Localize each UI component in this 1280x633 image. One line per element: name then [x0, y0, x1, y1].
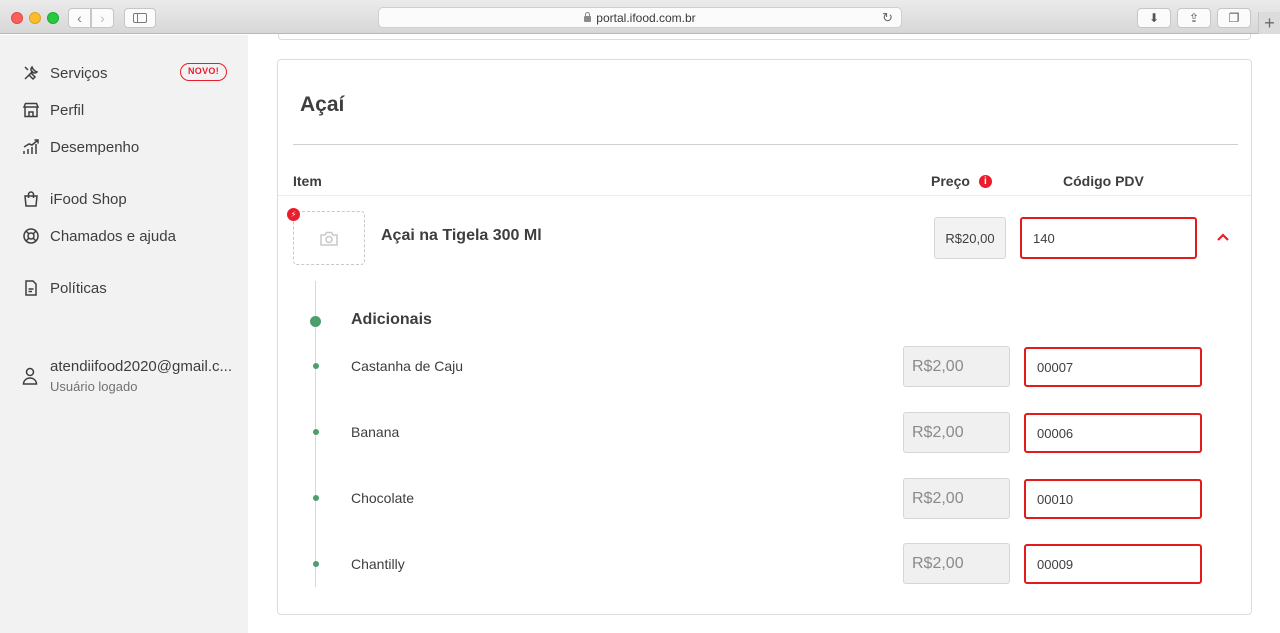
addon-dot [313, 495, 319, 501]
addon-pdv-input[interactable] [1024, 413, 1202, 453]
user-status: Usuário logado [50, 379, 138, 394]
lightning-icon: ⚡ [287, 208, 300, 221]
item-price: R$20,00 [934, 217, 1006, 259]
info-icon[interactable]: i [978, 174, 992, 188]
share-icon: ⇪ [1188, 11, 1200, 25]
previous-card-edge [278, 34, 1251, 40]
document-icon [22, 279, 40, 297]
downloads-button[interactable]: ⬇ [1137, 8, 1171, 28]
group-dot [310, 316, 321, 327]
user-icon [22, 367, 40, 394]
user-account[interactable]: atendiifood2020@gmail.c... Usuário logad… [22, 358, 232, 394]
chevron-up-icon [1217, 233, 1229, 241]
forward-button[interactable]: › [91, 8, 114, 28]
addon-dot [313, 429, 319, 435]
sidebar-item-label: Serviços [50, 64, 108, 82]
sidebar-item-servicos[interactable]: Serviços [22, 62, 108, 84]
new-tab-button[interactable]: + [1258, 12, 1280, 34]
sidebar-toggle-button[interactable] [124, 8, 156, 28]
addon-pdv-input[interactable] [1024, 544, 1202, 584]
camera-icon [320, 231, 338, 246]
collapse-button[interactable] [1214, 228, 1232, 246]
url-text: portal.ifood.com.br [596, 10, 696, 25]
sidebar-item-chamados[interactable]: Chamados e ajuda [22, 225, 176, 247]
addon-dot [313, 561, 319, 567]
sidebar-item-label: Desempenho [50, 138, 140, 156]
tools-icon [22, 64, 40, 82]
pdv-code-input[interactable] [1020, 217, 1197, 259]
back-button[interactable]: ‹ [68, 8, 91, 28]
chevron-left-icon: ‹ [77, 10, 82, 26]
chart-icon [22, 138, 40, 156]
addon-dot [313, 363, 319, 369]
sidebar-icon [133, 13, 147, 23]
addon-pdv-input[interactable] [1024, 479, 1202, 519]
lock-icon [584, 11, 592, 22]
sidebar-item-label: Perfil [50, 101, 85, 119]
column-header-preco-label: Preço [931, 173, 970, 189]
sidebar: Serviços NOVO! Perfil Desempenho iFood S… [0, 35, 248, 633]
store-icon [22, 101, 40, 119]
lifebuoy-icon [22, 227, 40, 245]
plus-icon: + [1264, 13, 1275, 33]
sidebar-item-label: Chamados e ajuda [50, 227, 176, 245]
item-photo-placeholder[interactable] [293, 211, 365, 265]
addon-price: R$2,00 [903, 543, 1010, 584]
column-header-preco: Preço i [931, 173, 992, 189]
sidebar-item-politicas[interactable]: Políticas [22, 277, 107, 299]
category-card: Açaí Item Preço i Código PDV ⚡ Açai na T… [277, 59, 1252, 615]
addon-price: R$2,00 [903, 478, 1010, 519]
addon-name: Banana [351, 424, 400, 440]
sidebar-item-ifood-shop[interactable]: iFood Shop [22, 188, 127, 210]
addon-price: R$2,00 [903, 412, 1010, 453]
shopping-bag-icon [22, 190, 40, 208]
divider [293, 144, 1238, 145]
column-header-codigo-pdv: Código PDV [1063, 173, 1144, 189]
share-button[interactable]: ⇪ [1177, 8, 1211, 28]
chevron-right-icon: › [100, 10, 105, 26]
addon-name: Chocolate [351, 490, 415, 506]
zoom-window-button[interactable] [47, 12, 59, 24]
browser-toolbar: ‹ › portal.ifood.com.br ↻ ⬇ ⇪ ❐ + [0, 0, 1280, 34]
user-email: atendiifood2020@gmail.c... [50, 358, 233, 375]
divider [278, 195, 1251, 196]
sidebar-item-perfil[interactable]: Perfil [22, 99, 84, 121]
addon-group-title: Adicionais [351, 311, 432, 328]
tab-overview-button[interactable]: ❐ [1217, 8, 1251, 28]
sidebar-item-label: iFood Shop [50, 190, 127, 208]
download-icon: ⬇ [1148, 11, 1160, 25]
tabs-icon: ❐ [1228, 11, 1240, 25]
category-title: Açaí [300, 93, 345, 116]
column-header-item: Item [293, 173, 322, 189]
addon-pdv-input[interactable] [1024, 347, 1202, 387]
sidebar-item-desempenho[interactable]: Desempenho [22, 136, 139, 158]
sidebar-item-label: Políticas [50, 279, 107, 297]
addon-name: Chantilly [351, 556, 405, 572]
close-window-button[interactable] [11, 12, 23, 24]
addon-name: Castanha de Caju [351, 358, 464, 374]
reload-icon[interactable]: ↻ [882, 10, 893, 26]
minimize-window-button[interactable] [29, 12, 41, 24]
new-badge: NOVO! [180, 63, 228, 81]
item-name: Açai na Tigela 300 Ml [381, 227, 542, 244]
addon-price: R$2,00 [903, 346, 1010, 387]
address-bar[interactable]: portal.ifood.com.br ↻ [378, 7, 902, 28]
